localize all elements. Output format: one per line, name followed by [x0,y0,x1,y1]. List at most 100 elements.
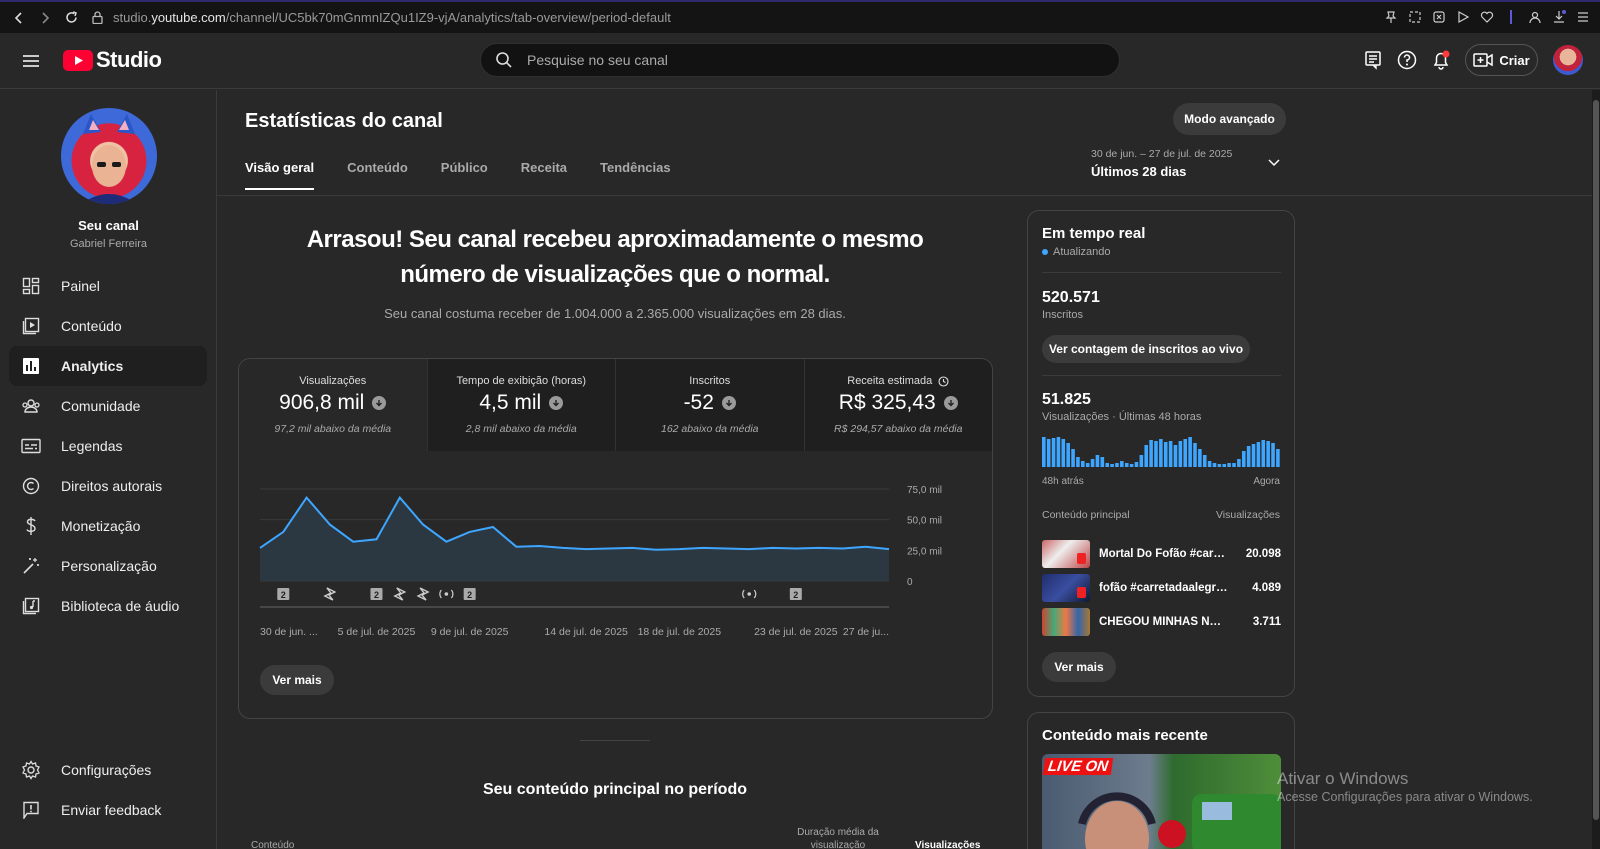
sidebar-item-comunidade[interactable]: Comunidade [9,386,207,426]
realtime-bar [1251,444,1256,467]
clock-icon [938,375,949,387]
realtime-bar-chart[interactable] [1042,433,1281,467]
sidebar-item-direitos-autorais[interactable]: Direitos autorais [9,466,207,506]
realtime-bar [1149,440,1153,467]
logo-text: Studio [96,47,162,72]
realtime-bar [1271,443,1275,467]
views-line-chart[interactable]: 75,0 mil 50,0 mil 25,0 mil 0 2 2 2 2 30 de jun. … [239,469,993,669]
realtime-bar [1154,441,1158,467]
video-title: CHEGOU MINHAS NOVA... [1099,616,1229,628]
chevron-down-icon[interactable] [1267,158,1281,168]
search-bar[interactable] [480,43,1120,77]
play-icon[interactable] [1456,10,1470,24]
create-button[interactable]: Criar [1465,44,1538,76]
metric-value: 906,8 mil [279,391,365,414]
metric-revenue[interactable]: Receita estimada R$ 325,43 R$ 294,57 aba… [804,359,992,451]
metric-note: 162 abaixo da média [661,423,759,435]
sidebar-item-biblioteca-de-audio[interactable]: Biblioteca de áudio [9,586,207,626]
shorts-marker-icon [393,587,407,601]
realtime-bar [1120,461,1124,467]
hamburger-menu-icon[interactable] [20,50,42,72]
sidebar-item-label: Conteúdo [61,318,122,334]
forward-icon[interactable] [38,11,52,25]
close-square-icon[interactable] [1432,10,1446,24]
recent-video-thumbnail[interactable]: LIVE ON [1042,754,1281,849]
realtime-bar [1144,445,1149,467]
period-range[interactable]: 30 de jun. – 27 de jul. de 2025 [1091,148,1232,160]
sidebar-item-analytics[interactable]: Analytics [9,346,207,386]
address-bar[interactable]: studio. youtube.com/channel/UC5bk70mGnmnI… [92,10,671,25]
screenshot-icon[interactable] [1408,10,1422,24]
lock-icon [92,11,103,24]
metric-views[interactable]: Visualizações 906,8 mil 97,2 mil abaixo … [239,359,428,451]
audio-library-icon [21,596,41,616]
table-header-views[interactable]: Visualizações [915,840,980,849]
realtime-bar [1159,439,1163,467]
reload-icon[interactable] [64,11,78,25]
copyright-icon [21,476,41,496]
table-header-duration[interactable]: Duração média da visualização [790,826,886,849]
live-subscriber-count-button[interactable]: Ver contagem de inscritos ao vivo [1042,335,1250,363]
x-tick-label: 14 de jul. de 2025 [544,626,628,638]
period-selector[interactable]: Últimos 28 dias [1091,164,1186,179]
realtime-bar [1066,443,1070,467]
chart-line [259,495,890,551]
menu-icon[interactable] [1576,10,1590,24]
tab-publico[interactable]: Público [441,160,488,190]
metric-value: R$ 325,43 [838,391,936,414]
realtime-card: Em tempo real Atualizando 520.571 Inscri… [1027,210,1295,697]
tab-visao-geral[interactable]: Visão geral [245,160,315,190]
subscribers-count: 520.571 [1042,289,1100,306]
back-icon[interactable] [12,11,26,25]
realtime-bar [1081,461,1085,467]
account-avatar[interactable] [1553,45,1583,75]
tab-conteudo[interactable]: Conteúdo [347,160,408,190]
sidebar-item-enviar-feedback[interactable]: Enviar feedback [9,790,207,830]
download-icon[interactable] [1552,10,1566,24]
advanced-mode-button[interactable]: Modo avançado [1173,103,1286,135]
marker-count-label: 2 [467,590,472,600]
insight-subline: Seu canal costuma receber de 1.004.000 a… [384,306,846,321]
realtime-status: Atualizando [1042,246,1111,258]
heart-icon[interactable] [1480,10,1494,24]
youtube-studio-logo[interactable]: Studio [63,47,162,73]
pin-icon[interactable] [1384,10,1398,24]
list-item[interactable]: fofão #carretadaalegria ... 4.089 [1042,574,1281,602]
realtime-bar [1163,442,1168,467]
analytics-icon [21,356,41,376]
see-more-button[interactable]: Ver mais [1042,652,1116,682]
comments-icon[interactable] [1362,49,1384,71]
realtime-bar [1246,446,1251,467]
channel-avatar[interactable] [61,108,157,204]
notifications-icon[interactable] [1430,49,1452,71]
metric-note: 2,8 mil abaixo da média [465,423,577,435]
video-views: 20.098 [1245,548,1281,560]
realtime-bar [1042,437,1046,467]
sidebar-item-monetizacao[interactable]: Monetização [9,506,207,546]
see-more-button[interactable]: Ver mais [260,665,334,695]
tab-receita[interactable]: Receita [521,160,567,190]
sidebar-item-label: Painel [61,278,100,294]
profile-icon[interactable] [1528,10,1542,24]
sidebar-item-configuracoes[interactable]: Configurações [9,750,207,790]
sidebar: Seu canal Gabriel Ferreira Painel Conteú… [0,90,217,849]
sidebar-item-legendas[interactable]: Legendas [9,426,207,466]
metric-subscribers[interactable]: Inscritos -52 162 abaixo da média [616,359,805,451]
help-icon[interactable] [1396,49,1418,71]
list-item[interactable]: CHEGOU MINHAS NOVA... 3.711 [1042,608,1281,636]
sidebar-item-personalizacao[interactable]: Personalização [9,546,207,586]
views-count: 51.825 [1042,391,1091,408]
list-item[interactable]: Mortal Do Fofão #carret... 20.098 [1042,540,1281,568]
create-video-icon [1473,53,1494,67]
search-input[interactable] [527,52,1087,68]
sidebar-item-label: Comunidade [61,398,141,414]
video-title: fofão #carretadaalegria ... [1099,582,1229,594]
scrollbar-thumb[interactable] [1593,100,1599,820]
tab-tendencias[interactable]: Tendências [600,160,671,190]
metric-watch-time[interactable]: Tempo de exibição (horas) 4,5 mil 2,8 mi… [427,359,616,451]
sidebar-item-conteudo[interactable]: Conteúdo [9,306,207,346]
sidebar-item-painel[interactable]: Painel [9,266,207,306]
realtime-bar [1237,459,1241,467]
metric-tabs: Visualizações 906,8 mil 97,2 mil abaixo … [239,359,992,451]
shorts-icon [1077,553,1086,564]
